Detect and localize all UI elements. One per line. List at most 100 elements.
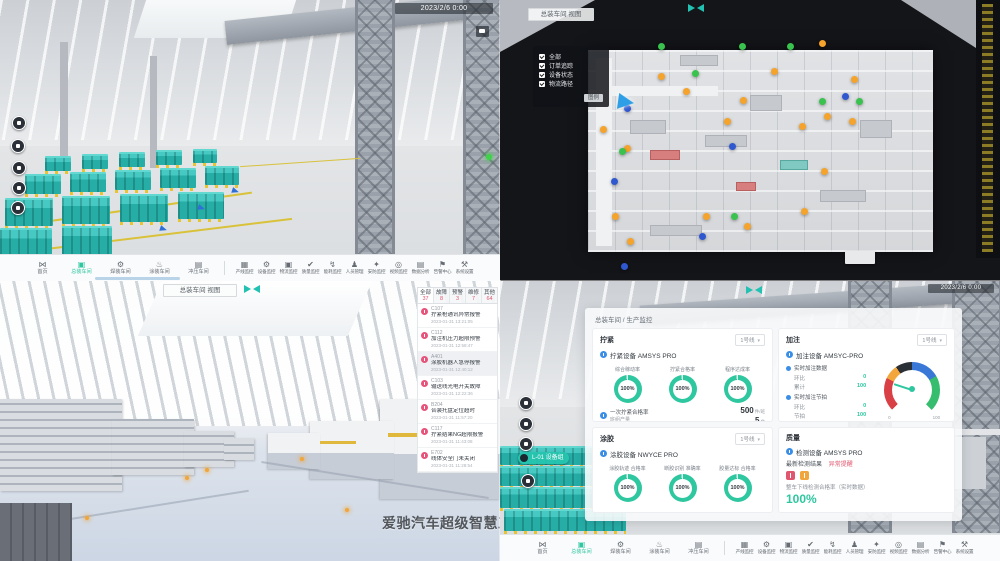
station-pin[interactable] xyxy=(521,474,535,488)
alarm-tab[interactable]: 其他 64 xyxy=(482,288,497,303)
toolbar-item[interactable]: ⚙ 设备监控 xyxy=(256,260,277,276)
toolbar-item[interactable]: ◎ 视频监控 xyxy=(388,260,409,276)
toolbar-item[interactable]: ✔ 质量监控 xyxy=(800,540,821,556)
toolbar-item[interactable]: ▤ 数据分析 xyxy=(410,260,431,276)
warning-icon[interactable] xyxy=(800,471,809,480)
alarm-tab[interactable]: 全部 37 xyxy=(418,288,434,303)
toolbar-item[interactable]: ▤ 数据分析 xyxy=(910,540,931,556)
status-dot[interactable] xyxy=(739,43,746,50)
toolbar-item[interactable]: ▣ 总装车间 xyxy=(565,540,598,556)
alarm-list-item[interactable]: C107 拧紧枪通讯异常报警 2023-01-31 13:21:05 xyxy=(418,304,497,328)
alarm-tab[interactable]: 预警 3 xyxy=(450,288,466,303)
alarm-list-item[interactable]: B204 合装托盘定位超时 2023-01-31 11:57:20 xyxy=(418,400,497,424)
toolbar-item[interactable]: ♟ 人员管理 xyxy=(344,260,365,276)
toolbar-item[interactable]: ⚑ 告警中心 xyxy=(932,540,953,556)
status-dot[interactable] xyxy=(612,213,619,220)
toolbar-item[interactable]: ▦ 产线监控 xyxy=(734,540,755,556)
equipment-pill-label[interactable]: L-01 设备组 xyxy=(518,452,569,464)
toolbar-item[interactable]: ♨ 涂装车间 xyxy=(143,260,176,276)
checkbox-checked-icon[interactable] xyxy=(539,63,545,69)
toolbar-item[interactable]: ✔ 质量监控 xyxy=(300,260,321,276)
station-pin[interactable] xyxy=(11,201,25,215)
toolbar-item[interactable]: ▣ 物流监控 xyxy=(278,260,299,276)
line-select[interactable]: 1号线▾ xyxy=(735,433,765,445)
legend-button[interactable]: 图例 xyxy=(584,94,603,102)
alarm-list-item[interactable]: C117 拧紧结果NG超限报警 2023-01-31 11:43:08 xyxy=(418,424,497,448)
toolbar-item[interactable]: ◎ 视频监控 xyxy=(888,540,909,556)
checkbox-checked-icon[interactable] xyxy=(539,81,545,87)
status-dot[interactable] xyxy=(703,213,710,220)
toolbar-item[interactable]: ♨ 涂装车间 xyxy=(643,540,676,556)
station-pin[interactable] xyxy=(12,161,26,175)
status-dot[interactable] xyxy=(692,70,699,77)
status-dot[interactable] xyxy=(619,148,626,155)
station-pin[interactable] xyxy=(519,437,533,451)
toolbar-item[interactable]: ⚒ 系统设置 xyxy=(454,260,475,276)
layer-toggle[interactable]: 全部 xyxy=(539,52,603,61)
station-pin[interactable] xyxy=(12,116,26,130)
status-dot[interactable] xyxy=(627,238,634,245)
line-select[interactable]: 1号线▾ xyxy=(917,334,947,346)
toolbar-item[interactable]: ▣ 物流监控 xyxy=(778,540,799,556)
layer-toggle[interactable]: 设备状态 xyxy=(539,70,603,79)
status-dot[interactable] xyxy=(819,40,826,47)
toolbar-item[interactable]: ⚑ 告警中心 xyxy=(432,260,453,276)
layer-toggle[interactable]: 订单追踪 xyxy=(539,61,603,70)
status-dot[interactable] xyxy=(824,113,831,120)
status-dot[interactable] xyxy=(658,73,665,80)
toolbar-item[interactable]: ✦ 安防监控 xyxy=(866,540,887,556)
view-selector[interactable]: 总装车间 视图 xyxy=(528,8,594,21)
toolbar-item[interactable]: ⚙ 焊装车间 xyxy=(604,540,637,556)
status-dot[interactable] xyxy=(611,178,618,185)
status-dot[interactable] xyxy=(842,93,849,100)
toolbar-item[interactable]: ⚙ 设备监控 xyxy=(756,540,777,556)
toolbar-item[interactable]: ♟ 人员管理 xyxy=(844,540,865,556)
layer-toggle[interactable]: 物流路径 xyxy=(539,79,603,88)
toolbar-item[interactable]: ↯ 能耗监控 xyxy=(822,540,843,556)
toolbar-item[interactable]: ⚙ 焊装车间 xyxy=(104,260,137,276)
view-selector[interactable]: 总装车间 视图 xyxy=(163,284,237,297)
status-dot[interactable] xyxy=(658,43,665,50)
status-dot[interactable] xyxy=(849,118,856,125)
checkbox-checked-icon[interactable] xyxy=(539,54,545,60)
status-dot[interactable] xyxy=(729,143,736,150)
toolbar-item[interactable]: ⋈ 首页 xyxy=(526,540,559,556)
line-select[interactable]: 1号线▾ xyxy=(735,334,765,346)
fault-icon[interactable] xyxy=(786,471,795,480)
status-dot[interactable] xyxy=(799,123,806,130)
alarm-tab[interactable]: 维修 7 xyxy=(466,288,482,303)
status-dot[interactable] xyxy=(771,68,778,75)
status-dot[interactable] xyxy=(731,213,738,220)
factory-floorplan[interactable] xyxy=(588,50,933,252)
status-dot[interactable] xyxy=(683,88,690,95)
camera-icon[interactable] xyxy=(476,26,489,37)
alarm-list-item[interactable]: C112 加注机压力超限预警 2023-01-31 12:58:47 xyxy=(418,328,497,352)
status-dot[interactable] xyxy=(740,97,747,104)
status-dot[interactable] xyxy=(621,263,628,270)
status-dot[interactable] xyxy=(744,223,751,230)
toolbar-item[interactable]: ⚒ 系统设置 xyxy=(954,540,975,556)
toolbar-item[interactable]: ▣ 总装车间 xyxy=(65,260,98,276)
alarm-list-item[interactable]: E702 线体安全门未关闭 2023-01-31 11:28:54 xyxy=(418,448,497,472)
station-pin[interactable] xyxy=(12,181,26,195)
status-dot[interactable] xyxy=(600,126,607,133)
status-dot[interactable] xyxy=(819,98,826,105)
alarm-list-item[interactable]: A401 涂胶机器人急停报警 2023-01-31 12:40:12 xyxy=(418,352,497,376)
status-dot[interactable] xyxy=(787,43,794,50)
toolbar-item[interactable]: ✦ 安防监控 xyxy=(366,260,387,276)
map-control-box[interactable] xyxy=(845,251,875,264)
toolbar-item[interactable]: ▤ 冲压车间 xyxy=(682,540,715,556)
status-dot[interactable] xyxy=(851,76,858,83)
checkbox-checked-icon[interactable] xyxy=(539,72,545,78)
status-dot[interactable] xyxy=(724,118,731,125)
toolbar-scrollbar[interactable] xyxy=(95,277,180,280)
toolbar-item[interactable]: ↯ 能耗监控 xyxy=(322,260,343,276)
status-dot[interactable] xyxy=(801,208,808,215)
status-dot[interactable] xyxy=(821,168,828,175)
station-pin[interactable] xyxy=(519,417,533,431)
alarm-tab[interactable]: 故障 8 xyxy=(434,288,450,303)
status-dot[interactable] xyxy=(699,233,706,240)
toolbar-item[interactable]: ⋈ 首页 xyxy=(26,260,59,276)
alarm-list-item[interactable]: C103 输送线光电开关故障 2023-01-31 12:22:36 xyxy=(418,376,497,400)
toolbar-item[interactable]: ▦ 产线监控 xyxy=(234,260,255,276)
